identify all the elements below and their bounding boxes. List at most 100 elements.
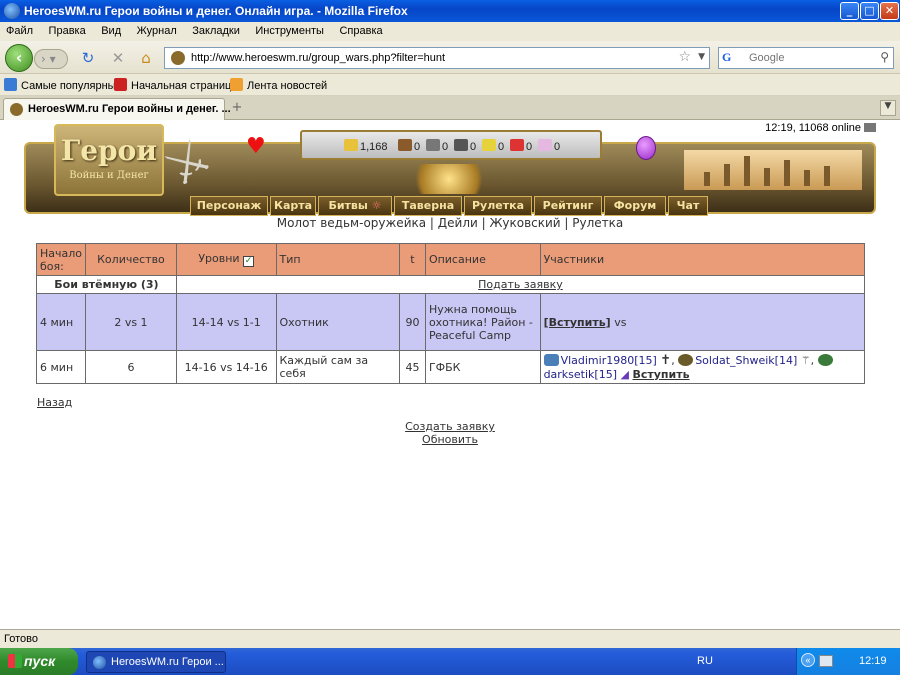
bookmarks-toolbar: Самые популярные Начальная страница Лент… bbox=[0, 74, 900, 96]
city-banner bbox=[684, 150, 862, 190]
firefox-icon bbox=[4, 3, 20, 19]
link-daily[interactable]: Дейли bbox=[438, 216, 478, 230]
time-online: 12:19, 11068 online bbox=[765, 122, 876, 134]
menu-tools[interactable]: Инструменты bbox=[249, 22, 330, 37]
header-participants: Участники bbox=[539, 243, 866, 276]
nav-rating[interactable]: Рейтинг bbox=[534, 196, 602, 216]
nav-character[interactable]: Персонаж bbox=[190, 196, 268, 216]
menu-history[interactable]: Журнал bbox=[131, 22, 183, 37]
battles-icon: ☼ bbox=[371, 199, 382, 212]
tray-expand-icon[interactable]: « bbox=[801, 653, 815, 667]
stop-icon[interactable]: ✕ bbox=[108, 49, 128, 67]
game-header: Герои Войны и Денег ⚔ ♥ 1,168 0 0 0 0 0 … bbox=[24, 122, 876, 217]
menu-bookmarks[interactable]: Закладки bbox=[186, 22, 246, 37]
cell-desc: ГФБК bbox=[424, 350, 541, 384]
search-input[interactable] bbox=[749, 50, 869, 66]
table-row: 4 мин 2 vs 1 14-14 vs 1-1 Охотник 90 Нуж… bbox=[35, 293, 866, 351]
close-button[interactable]: ✕ bbox=[880, 2, 899, 20]
bookmark-star-icon[interactable]: ☆ bbox=[678, 49, 691, 65]
resources-panel: 1,168 0 0 0 0 0 0 bbox=[300, 130, 602, 160]
group-row: Бои втёмную (3) Подать заявку bbox=[36, 275, 866, 294]
google-icon[interactable]: G bbox=[722, 50, 738, 66]
sulfur-icon bbox=[482, 139, 496, 151]
link-zhukovsky[interactable]: Жуковский bbox=[489, 216, 560, 230]
tab-heroeswm[interactable]: HeroesWM.ru Герои войны и денег. ... bbox=[3, 98, 231, 120]
join-link[interactable]: [Вступить] bbox=[544, 316, 611, 329]
url-text: http://www.heroeswm.ru/group_wars.php?fi… bbox=[191, 52, 446, 64]
link-witch-hammer[interactable]: Молот ведьм-оружейка bbox=[277, 216, 426, 230]
resource-wood: 0 bbox=[398, 139, 420, 153]
nav-chat[interactable]: Чат bbox=[668, 196, 708, 216]
player-class-icon bbox=[543, 354, 559, 366]
menu-bar: Файл Правка Вид Журнал Закладки Инструме… bbox=[0, 22, 900, 41]
gold-icon bbox=[344, 139, 358, 151]
cell-levels: 14-14 vs 1-1 bbox=[175, 293, 277, 351]
header-t: t bbox=[398, 243, 426, 276]
search-bar[interactable]: G ⚲ bbox=[718, 47, 894, 69]
tab-strip: HeroesWM.ru Герои войны и денег. ... + ▼ bbox=[0, 96, 900, 120]
logo-title: Герои bbox=[60, 134, 158, 167]
nav-map[interactable]: Карта bbox=[270, 196, 316, 216]
back-link[interactable]: Назад bbox=[37, 396, 72, 409]
menu-file[interactable]: Файл bbox=[0, 22, 39, 37]
resource-crystal: 0 bbox=[510, 139, 532, 153]
cell-desc: Нужна помощь охотника! Район - Peaceful … bbox=[424, 293, 541, 351]
tab-list-button[interactable]: ▼ bbox=[880, 100, 896, 116]
player-class-icon bbox=[678, 354, 694, 366]
submit-request-link[interactable]: Подать заявку bbox=[478, 278, 563, 291]
bookmark-news[interactable]: Лента новостей bbox=[230, 78, 327, 92]
maximize-button[interactable]: □ bbox=[860, 2, 879, 20]
player-link[interactable]: Soldat_Shweik[14] bbox=[695, 354, 797, 367]
link-roulette[interactable]: Рулетка bbox=[572, 216, 623, 230]
url-dropdown-icon[interactable]: ▼ bbox=[698, 52, 705, 62]
resource-mercury: 0 bbox=[454, 139, 476, 153]
nav-battles[interactable]: Битвы ☼ bbox=[318, 196, 392, 216]
address-bar[interactable]: http://www.heroeswm.ru/group_wars.php?fi… bbox=[164, 47, 710, 69]
language-indicator[interactable]: RU bbox=[697, 655, 713, 667]
network-icon[interactable] bbox=[819, 655, 833, 667]
back-button[interactable]: ‹ bbox=[5, 44, 33, 72]
create-request-link[interactable]: Создать заявку bbox=[0, 420, 900, 433]
home-icon[interactable]: ⌂ bbox=[136, 49, 156, 67]
minimize-button[interactable]: _ bbox=[840, 2, 859, 20]
wizard-hat-icon: ◢ bbox=[620, 368, 629, 381]
reload-icon[interactable]: ↻ bbox=[78, 49, 98, 67]
levels-filter-checkbox[interactable]: ✓ bbox=[243, 256, 255, 267]
resource-gems: 0 bbox=[538, 139, 560, 153]
player-link[interactable]: darksetik[15] bbox=[544, 368, 617, 381]
group-submit-cell: Подать заявку bbox=[175, 275, 866, 294]
player-link[interactable]: Vladimir1980[15] bbox=[561, 354, 657, 367]
cell-count: 6 bbox=[85, 350, 177, 384]
wood-icon bbox=[398, 139, 412, 151]
bookmark-popular[interactable]: Самые популярные bbox=[4, 78, 122, 92]
header-type: Тип bbox=[275, 243, 400, 276]
table-header: Начало боя: Количество Уровни ✓ Тип t Оп… bbox=[35, 243, 866, 276]
refresh-link[interactable]: Обновить bbox=[0, 433, 900, 446]
vs-text: vs bbox=[614, 315, 627, 329]
taskbar-firefox-item[interactable]: HeroesWM.ru Герои ... bbox=[86, 651, 226, 673]
status-text: Готово bbox=[4, 633, 38, 645]
new-tab-button[interactable]: + bbox=[228, 100, 246, 118]
cell-start: 6 мин bbox=[35, 350, 87, 384]
table-row: 6 мин 6 14-16 vs 14-16 Каждый сам за себ… bbox=[35, 350, 866, 384]
nav-forum[interactable]: Форум bbox=[604, 196, 666, 216]
join-link[interactable]: Вступить bbox=[632, 368, 689, 381]
nav-roulette[interactable]: Рулетка bbox=[464, 196, 532, 216]
menu-view[interactable]: Вид bbox=[95, 22, 127, 37]
header-levels: Уровни ✓ bbox=[175, 243, 277, 276]
gems-icon bbox=[538, 139, 552, 151]
bookmark-folder-icon bbox=[4, 78, 17, 91]
menu-help[interactable]: Справка bbox=[333, 22, 388, 37]
nav-tavern[interactable]: Таверна bbox=[394, 196, 462, 216]
bookmark-page-icon bbox=[114, 78, 127, 91]
search-icon[interactable]: ⚲ bbox=[880, 50, 889, 64]
group-wars-table: Начало боя: Количество Уровни ✓ Тип t Оп… bbox=[35, 243, 866, 384]
game-logo[interactable]: Герои Войны и Денег bbox=[54, 124, 164, 196]
menu-edit[interactable]: Правка bbox=[43, 22, 92, 37]
header-desc: Описание bbox=[424, 243, 541, 276]
forward-button[interactable]: › ▾ bbox=[34, 49, 68, 69]
cell-t: 90 bbox=[398, 293, 426, 351]
start-button[interactable]: пуск bbox=[0, 648, 78, 675]
bookmark-home[interactable]: Начальная страница bbox=[114, 78, 237, 92]
resource-ore: 0 bbox=[426, 139, 448, 153]
